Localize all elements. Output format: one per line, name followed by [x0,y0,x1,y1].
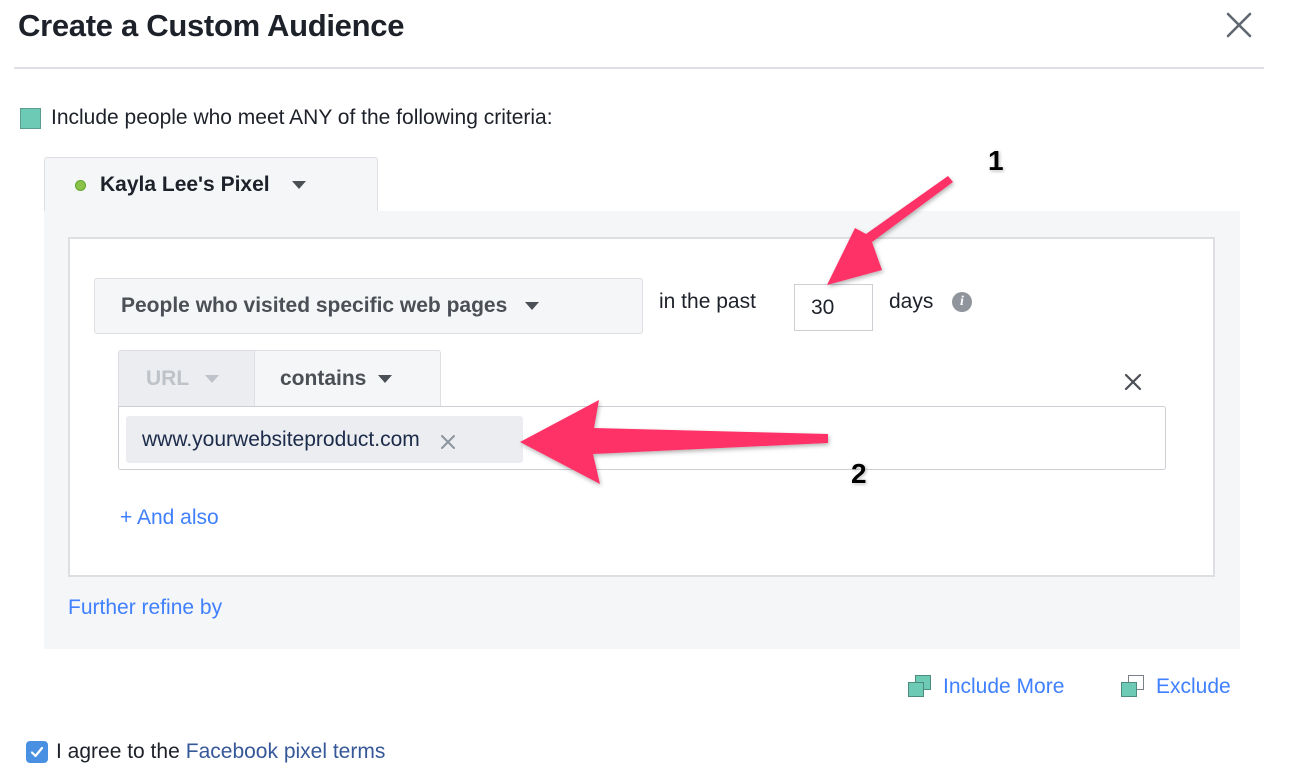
criteria-heading: Include people who meet ANY of the follo… [20,104,553,132]
info-icon[interactable]: i [952,292,972,312]
criteria-label: Include people who meet ANY of the follo… [51,106,553,129]
event-type-dropdown[interactable]: People who visited specific web pages [94,278,643,334]
remove-rule-icon[interactable] [1122,371,1144,393]
include-more-icon [908,675,934,699]
and-also-link[interactable]: + And also [120,506,219,530]
annotation-label-1: 1 [988,145,1004,176]
exclude-label: Exclude [1156,675,1231,698]
pixel-terms-link[interactable]: Facebook pixel terms [186,740,386,764]
header-divider [14,67,1264,69]
exclude-button[interactable]: Exclude [1121,675,1231,699]
include-more-button[interactable]: Include More [908,675,1064,699]
include-color-icon [20,107,41,129]
days-label: days [889,290,934,313]
remove-token-icon[interactable] [440,432,456,449]
operator-dropdown[interactable]: contains [254,350,441,407]
pixel-selector[interactable]: Kayla Lee's Pixel [44,157,378,212]
checkmark-icon [30,746,44,758]
agree-checkbox[interactable] [26,741,48,763]
include-more-label: Include More [943,675,1065,698]
chevron-down-icon [291,181,306,189]
in-the-past-label: in the past [659,290,756,313]
exclude-icon [1121,675,1147,699]
url-token: www.yourwebsiteproduct.com [126,416,523,463]
chevron-down-icon [378,375,393,383]
dialog-title: Create a Custom Audience [18,8,405,43]
pixel-name: Kayla Lee's Pixel [100,173,270,196]
chevron-down-icon [525,302,540,310]
retention-days-input[interactable] [794,284,873,331]
agree-prefix: I agree to the [56,740,180,763]
url-field-label: URL [146,367,190,390]
url-field-dropdown[interactable]: URL [118,350,255,407]
operator-label: contains [280,367,367,390]
url-token-text: www.yourwebsiteproduct.com [142,427,420,451]
chevron-down-icon [205,375,220,383]
close-icon[interactable] [1222,8,1256,42]
event-type-label: People who visited specific web pages [121,294,508,317]
terms-agreement: I agree to the Facebook pixel terms [26,740,385,764]
further-refine-link[interactable]: Further refine by [68,596,222,620]
pixel-status-icon [75,179,86,191]
